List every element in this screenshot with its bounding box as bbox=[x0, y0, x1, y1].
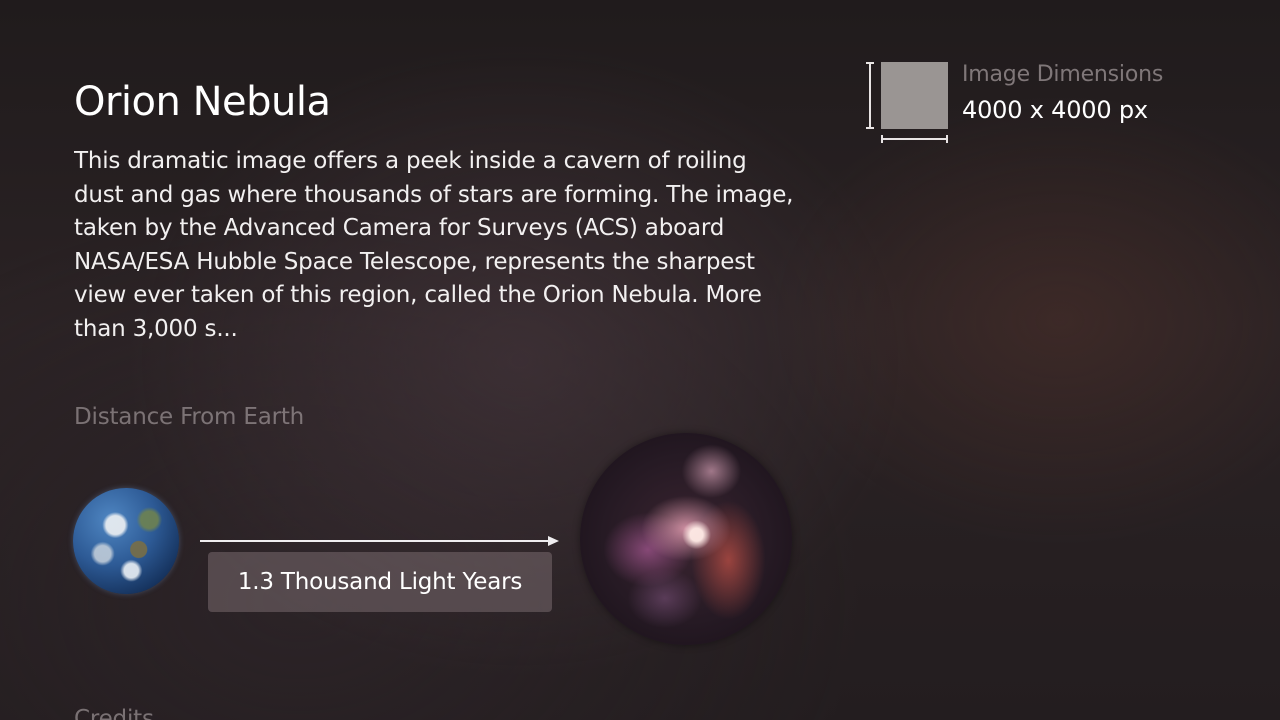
credits-label: Credits bbox=[74, 706, 154, 720]
page-title: Orion Nebula bbox=[74, 79, 331, 125]
arrow-head-icon bbox=[548, 536, 559, 546]
description-text[interactable]: This dramatic image offers a peek inside… bbox=[74, 145, 794, 349]
dimensions-icon bbox=[866, 60, 950, 143]
distance-value: 1.3 Thousand Light Years bbox=[237, 569, 523, 595]
height-marker bbox=[866, 62, 874, 129]
distance-badge: 1.3 Thousand Light Years bbox=[208, 552, 552, 612]
dimensions-square bbox=[881, 62, 948, 129]
distance-arrow bbox=[200, 540, 550, 542]
nebula-thumbnail bbox=[580, 433, 792, 645]
width-marker bbox=[881, 135, 948, 143]
earth-image bbox=[73, 488, 179, 594]
distance-from-earth-label: Distance From Earth bbox=[74, 404, 305, 430]
image-dimensions-label: Image Dimensions bbox=[962, 62, 1164, 87]
image-dimensions-value: 4000 x 4000 px bbox=[962, 96, 1148, 124]
